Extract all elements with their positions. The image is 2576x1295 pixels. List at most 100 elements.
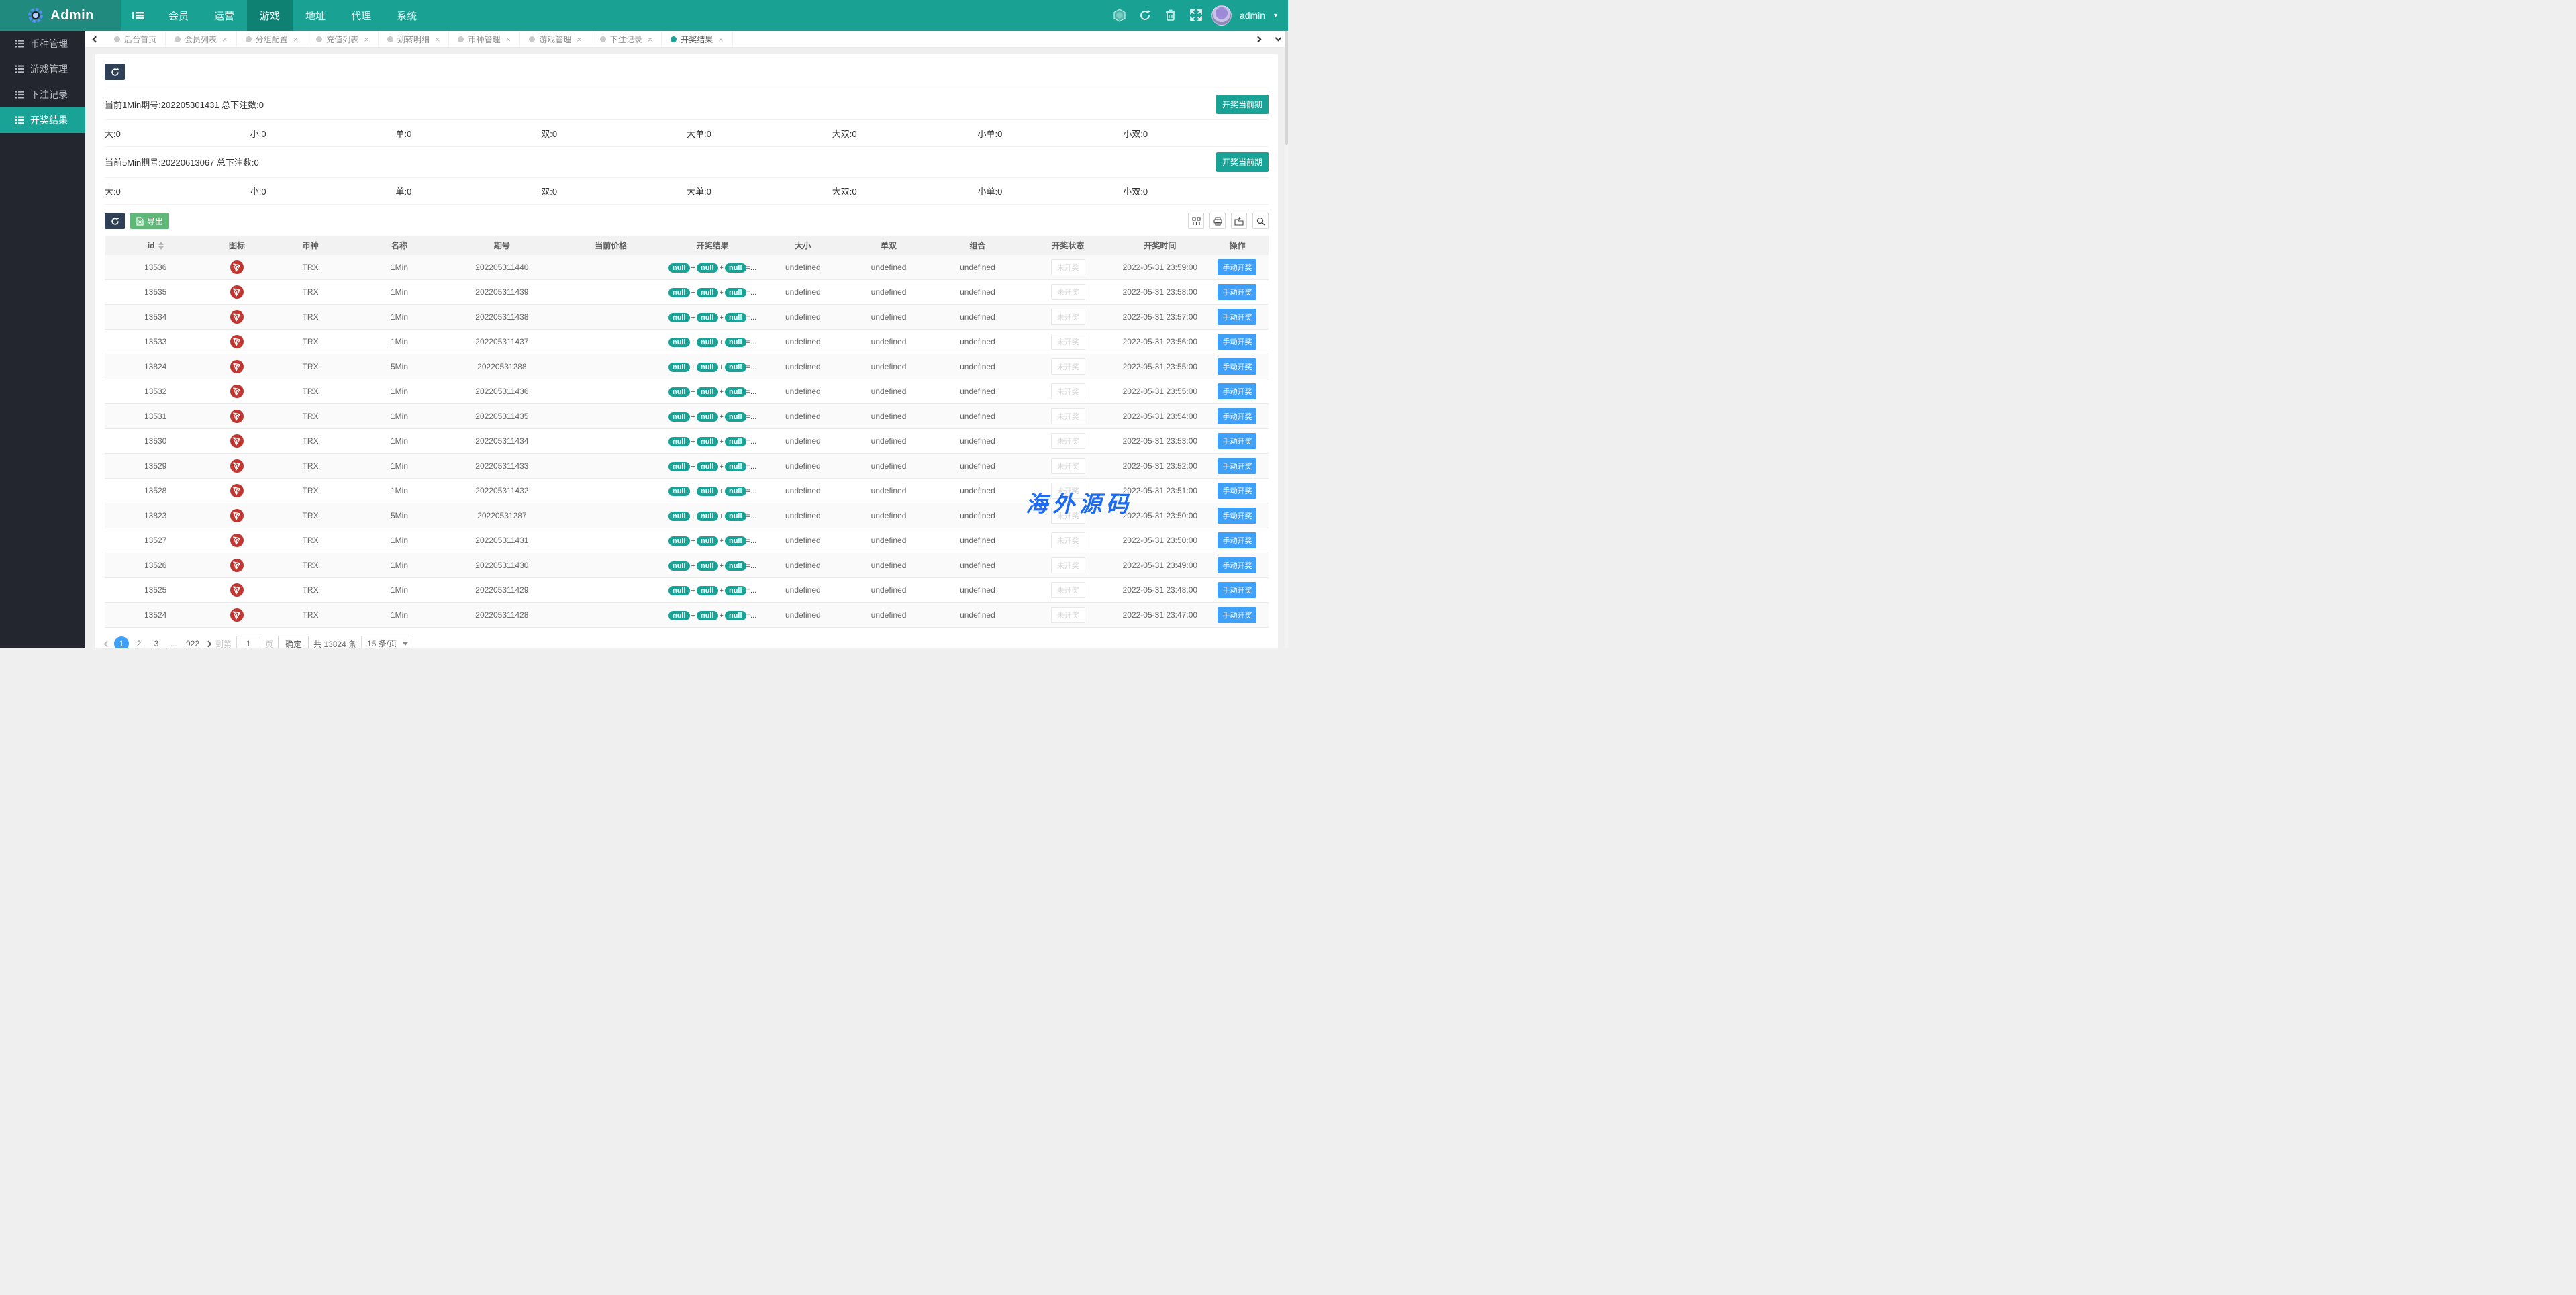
scrollbar[interactable] (1285, 31, 1288, 648)
tab-close-icon[interactable]: × (505, 34, 511, 44)
print-icon[interactable] (1209, 213, 1226, 229)
manual-draw-button[interactable]: 手动开奖 (1218, 582, 1257, 598)
cell-time: 2022-05-31 23:58:00 (1113, 279, 1206, 305)
manual-draw-button[interactable]: 手动开奖 (1218, 358, 1257, 375)
sidebar-item[interactable]: 游戏管理 (0, 56, 85, 82)
draw-current-issue-button[interactable]: 开奖当前期 (1216, 152, 1269, 172)
manual-draw-button[interactable]: 手动开奖 (1218, 458, 1257, 474)
cell-issue: 202205311435 (445, 403, 559, 429)
result-pill: null (724, 262, 746, 273)
tab-close-icon[interactable]: × (364, 34, 369, 44)
cell-time: 2022-05-31 23:59:00 (1113, 255, 1206, 280)
current-issue-5min: 当前5Min期号:20220613067 总下注数:0 (105, 158, 259, 168)
tab[interactable]: 币种管理 × (449, 31, 521, 47)
result-pill: null (696, 362, 718, 372)
result-pill: null (696, 585, 718, 595)
cell-action: 手动开奖 (1205, 329, 1269, 354)
sidebar-item[interactable]: 币种管理 (0, 31, 85, 56)
manual-draw-button[interactable]: 手动开奖 (1218, 334, 1257, 350)
manual-draw-button[interactable]: 手动开奖 (1218, 408, 1257, 424)
result-pill: null (668, 436, 690, 446)
cell-result: null + null + null =... (663, 503, 762, 528)
tab[interactable]: 会员列表 × (166, 31, 237, 47)
export-file-icon[interactable] (1231, 213, 1247, 229)
tab[interactable]: 开奖结果 × (662, 31, 733, 47)
manual-draw-button[interactable]: 手动开奖 (1218, 607, 1257, 623)
nav-item[interactable]: 游戏 (247, 0, 293, 31)
tab[interactable]: 游戏管理 × (520, 31, 591, 47)
tab[interactable]: 划转明细 × (379, 31, 450, 47)
page-button[interactable]: 1 (114, 636, 129, 648)
manual-draw-button[interactable]: 手动开奖 (1218, 383, 1257, 399)
manual-draw-button[interactable]: 手动开奖 (1218, 532, 1257, 548)
goto-page-input[interactable] (236, 636, 261, 648)
cell-combo: undefined (933, 255, 1022, 280)
nav-item[interactable]: 代理 (338, 0, 384, 31)
result-pill: null (696, 461, 718, 471)
manual-draw-button[interactable]: 手动开奖 (1218, 433, 1257, 449)
page-button[interactable]: 2 (132, 636, 146, 648)
nav-item[interactable]: 地址 (293, 0, 338, 31)
page-button[interactable]: 922 (184, 636, 201, 648)
result-pill: null (696, 312, 718, 322)
tab-close-icon[interactable]: × (435, 34, 440, 44)
cell-bigsmall: undefined (761, 255, 844, 280)
tab-dot-icon (671, 36, 677, 42)
cell-name: 1Min (353, 255, 446, 280)
cell-oddeven: undefined (844, 255, 934, 280)
cell-coin: TRX (267, 255, 354, 280)
stat-item: 小单:0 (977, 129, 1003, 139)
layout-columns-icon[interactable] (1188, 213, 1204, 229)
refresh-icon[interactable] (1135, 5, 1155, 26)
avatar[interactable] (1211, 5, 1232, 26)
hexagon-badge-icon[interactable] (1109, 5, 1130, 26)
tab-close-icon[interactable]: × (577, 34, 582, 44)
nav-item[interactable]: 系统 (384, 0, 430, 31)
cell-status: 未开奖 (1022, 528, 1114, 553)
tabs-scroll-right-button[interactable] (1248, 31, 1268, 47)
confirm-page-button[interactable]: 确定 (278, 636, 309, 648)
tab-dot-icon (599, 36, 606, 42)
per-page-select[interactable]: 15 条/页 (361, 636, 414, 648)
tab[interactable]: 后台首页 (105, 31, 166, 47)
search-icon[interactable] (1252, 213, 1269, 229)
cell-icon (206, 304, 268, 330)
collapse-menu-button[interactable] (121, 0, 156, 31)
tab-close-icon[interactable]: × (222, 34, 228, 44)
tab[interactable]: 充值列表 × (307, 31, 379, 47)
scrollbar-thumb[interactable] (1285, 31, 1288, 145)
tab[interactable]: 下注记录 × (591, 31, 662, 47)
fullscreen-icon[interactable] (1186, 5, 1206, 26)
refresh-sections-button[interactable] (105, 64, 125, 80)
tab-close-icon[interactable]: × (648, 34, 653, 44)
manual-draw-button[interactable]: 手动开奖 (1218, 483, 1257, 499)
nav-item[interactable]: 运营 (201, 0, 247, 31)
trash-icon[interactable] (1160, 5, 1181, 26)
page-button[interactable]: 3 (149, 636, 164, 648)
username[interactable]: admin (1240, 10, 1265, 21)
manual-draw-button[interactable]: 手动开奖 (1218, 557, 1257, 573)
results-card: 当前1Min期号:202205301431 总下注数:0 开奖当前期 大:0 小:… (95, 54, 1278, 648)
stat-item: 小双:0 (1123, 187, 1148, 197)
refresh-table-button[interactable] (105, 213, 125, 229)
sidebar-item[interactable]: 开奖结果 (0, 107, 85, 133)
next-page-icon[interactable] (205, 640, 212, 647)
cell-combo: undefined (933, 379, 1022, 404)
col-id[interactable]: id (105, 236, 207, 255)
tab-close-icon[interactable]: × (718, 34, 724, 44)
tab[interactable]: 分组配置 × (237, 31, 308, 47)
nav-item[interactable]: 会员 (156, 0, 201, 31)
manual-draw-button[interactable]: 手动开奖 (1218, 508, 1257, 524)
manual-draw-button[interactable]: 手动开奖 (1218, 309, 1257, 325)
tabs-scroll-left-button[interactable] (85, 31, 105, 47)
manual-draw-button[interactable]: 手动开奖 (1218, 284, 1257, 300)
result-pill: null (724, 511, 746, 521)
export-button[interactable]: 导出 (130, 213, 170, 229)
prev-page-icon[interactable] (103, 640, 111, 647)
status-not-drawn-button: 未开奖 (1050, 408, 1085, 424)
cell-icon (206, 602, 268, 628)
sidebar-item[interactable]: 下注记录 (0, 82, 85, 107)
manual-draw-button[interactable]: 手动开奖 (1218, 259, 1257, 275)
draw-current-issue-button[interactable]: 开奖当前期 (1216, 95, 1269, 114)
tab-close-icon[interactable]: × (293, 34, 299, 44)
